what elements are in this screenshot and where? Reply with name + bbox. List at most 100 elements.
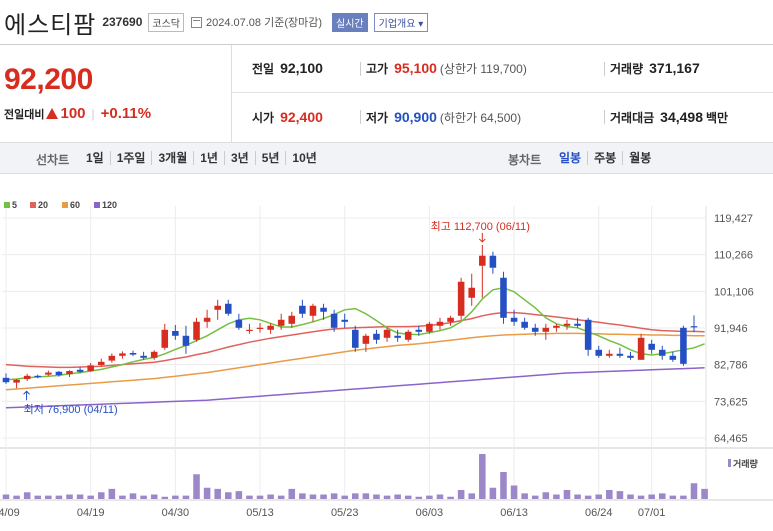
candle-body [426,323,433,332]
volume-bar [394,494,401,499]
y-tick-label: 82,786 [714,360,748,372]
x-tick-label: 06/03 [416,507,444,519]
volume-bar [161,496,169,499]
candle-body [627,355,634,358]
line-tab[interactable]: 10년 [286,151,322,165]
stock-chart[interactable]: 119,427 110,266 101,106 91,946 82,786 73,625 6… [0,192,773,531]
candle-body [468,287,476,298]
candle-body [362,335,370,344]
stat-low-value: 90,900 [394,108,437,125]
candle-body [341,319,348,322]
candle-body [373,333,380,340]
candle-body [23,375,31,380]
candle-body [76,369,84,372]
stat-high-label: 고가 [366,62,389,76]
line-tab[interactable]: 1주일 [111,151,153,165]
volume-bar [521,493,528,499]
volume-bar [701,488,708,499]
candle-body [415,329,423,332]
volume-bar [172,495,179,499]
divider [360,62,361,76]
x-tick-label: 04/30 [162,507,190,519]
stat-prev-label: 전일 [252,62,275,76]
company-info-dropdown[interactable]: 기업개요 ▾ [373,12,429,32]
legend-label: 60 [70,200,80,210]
volume-bar [436,494,444,499]
x-tick-label: 07/01 [638,507,666,519]
x-tick-label: 06/24 [585,507,613,519]
line-tab[interactable]: 1일 [80,151,111,165]
volume-bar [23,492,31,499]
x-tick-label: 05/13 [246,507,274,519]
volume-bar [531,495,539,499]
volume-bar [108,488,116,499]
low-annotation: 최저 76,900 (04/11) [24,403,118,416]
candle-body [288,315,296,324]
volume-bar [2,494,10,499]
up-triangle-icon [46,108,59,119]
calendar-icon [190,16,202,28]
candle-body [246,329,253,331]
stat-high: 고가 95,100 (상한가 119,700) [366,60,527,77]
candle-body [563,323,571,326]
line-tab[interactable]: 3년 [225,151,256,165]
candle-body [214,305,221,310]
volume-bar [214,488,221,499]
stock-header: 에스티팜 237690 코스닥 2024.07.08 기준(장마감) 실시간 기… [0,0,773,44]
volume-bar [553,494,560,499]
market-badge: 코스닥 [148,12,184,32]
volume-bar [415,496,423,499]
stat-prev-value: 92,100 [280,60,323,76]
volume-bar [288,488,296,499]
candle-body [510,317,518,322]
volume-bar [193,474,200,499]
candle-body [108,355,116,361]
volume-bar [66,494,73,499]
line-tab[interactable]: 5년 [256,151,287,165]
candle-body [87,365,94,372]
candle-body [394,335,401,338]
candle-body [256,327,264,329]
change-row: 전일대비 100 | +0.11% [4,105,151,122]
volume-bar [489,487,497,499]
divider: | [91,106,95,121]
volume-bar [563,490,571,499]
line-tab[interactable]: 1년 [194,151,225,165]
y-tick-label: 119,427 [714,213,753,225]
volume-bar [658,493,666,499]
volume-bar [320,494,327,499]
candle-chart-label: 봉차트 [508,153,542,167]
candle-body [224,303,232,314]
candle-body [330,313,338,328]
candle-body [680,327,687,364]
stat-open-value: 92,400 [280,108,323,125]
realtime-button[interactable]: 실시간 [332,12,368,32]
current-price: 92,200 [4,63,93,96]
y-tick-label: 91,946 [714,323,748,335]
volume-bar [129,493,137,499]
candle-body [129,353,137,355]
line-chart-label: 선차트 [36,153,70,167]
candle-body [193,321,200,340]
line-tab[interactable]: 3개월 [152,151,195,165]
candle-tab[interactable]: 주봉 [588,151,624,165]
candle-body [637,337,645,360]
candle-body [457,281,465,316]
volume-bar [140,495,147,499]
y-tick-label: 110,266 [714,250,753,262]
candle-period-tabs: 일봉 주봉 월봉 [553,151,657,165]
divider [604,110,605,124]
volume-bar [309,494,317,499]
price-summary: 92,200 전일대비 100 | +0.11% 전일 92,100 고가 95… [0,44,773,142]
candle-body [150,351,158,358]
volume-bar [595,494,603,499]
candle-body [2,377,10,383]
stat-volume-value: 371,167 [649,60,700,76]
candle-body [447,317,454,322]
volume-label: 거래량 [733,458,759,469]
candle-tab[interactable]: 일봉 [553,151,589,165]
candle-body [616,353,624,356]
candle-tab[interactable]: 월봉 [623,151,657,165]
candle-body [489,255,497,268]
stat-amount-value: 34,498 [660,108,703,125]
